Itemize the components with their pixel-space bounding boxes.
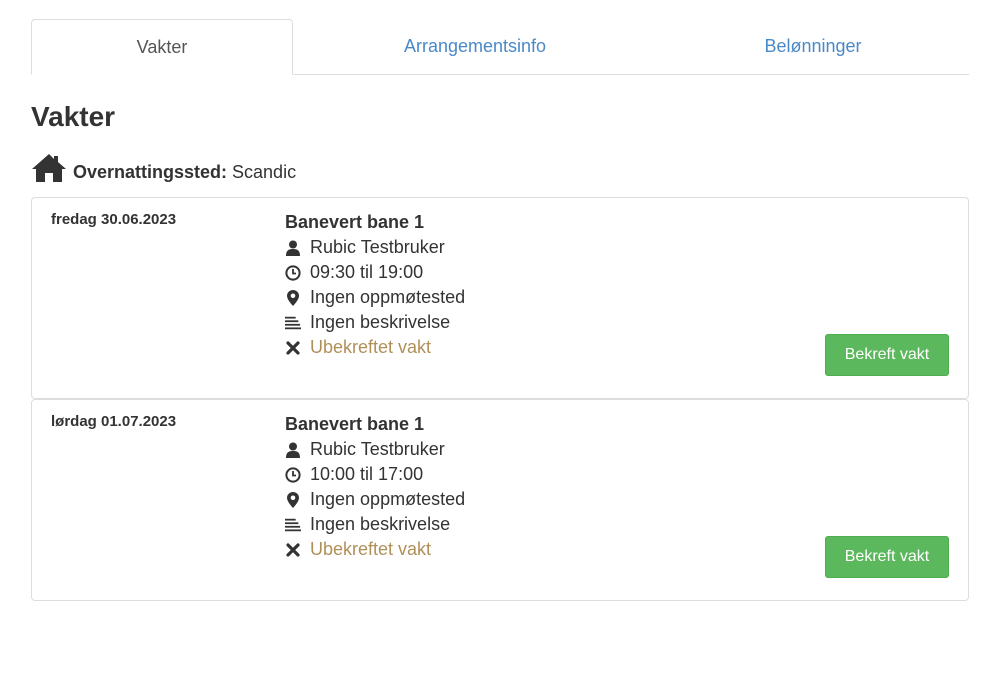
shift-time: 10:00 til 17:00 (310, 464, 424, 484)
user-icon (285, 240, 301, 256)
shift-date: fredag 30.06.2023 (51, 211, 177, 228)
tab-belonninger[interactable]: Belønninger (657, 19, 969, 74)
shift-date: lørdag 01.07.2023 (51, 413, 177, 430)
clock-icon (285, 466, 301, 483)
shift-details: Banevert bane 1 Rubic Testbruker 09:30 t… (285, 210, 465, 360)
close-icon (285, 340, 301, 356)
lodging-info: Overnattingssted: Scandic (31, 151, 969, 183)
shift-description-row: Ingen beskrivelse (285, 512, 465, 537)
shift-description-row: Ingen beskrivelse (285, 310, 465, 335)
shift-time-row: 10:00 til 17:00 (285, 462, 465, 487)
shift-meeting-row: Ingen oppmøtested (285, 487, 465, 512)
shift-status-row: Ubekreftet vakt (285, 335, 465, 360)
shift-person-row: Rubic Testbruker (285, 235, 465, 260)
shift-description: Ingen beskrivelse (310, 514, 451, 534)
tab-bar: Vakter Arrangementsinfo Belønninger (31, 19, 969, 75)
shift-card: lørdag 01.07.2023 Banevert bane 1 Rubic … (31, 399, 969, 601)
user-icon (285, 442, 301, 458)
shift-person: Rubic Testbruker (310, 439, 445, 459)
shift-status: Ubekreftet vakt (310, 539, 432, 559)
shift-time-row: 09:30 til 19:00 (285, 260, 465, 285)
shift-list: fredag 30.06.2023 Banevert bane 1 Rubic … (31, 197, 969, 601)
shift-status-row: Ubekreftet vakt (285, 537, 465, 562)
confirm-shift-button[interactable]: Bekreft vakt (825, 334, 949, 376)
confirm-shift-button[interactable]: Bekreft vakt (825, 536, 949, 578)
close-icon (285, 542, 301, 558)
page-title: Vakter (31, 101, 116, 132)
shift-status: Ubekreftet vakt (310, 337, 432, 357)
map-marker-icon (285, 491, 301, 508)
shift-person: Rubic Testbruker (310, 237, 445, 257)
align-left-icon (285, 315, 301, 331)
page-container: Vakter Arrangementsinfo Belønninger Vakt… (31, 19, 969, 601)
tab-vakter[interactable]: Vakter (31, 19, 293, 75)
tab-arrangementsinfo[interactable]: Arrangementsinfo (293, 19, 657, 74)
clock-icon (285, 264, 301, 281)
shift-person-row: Rubic Testbruker (285, 437, 465, 462)
lodging-label: Overnattingssted: (73, 162, 228, 182)
align-left-icon (285, 517, 301, 533)
shift-card: fredag 30.06.2023 Banevert bane 1 Rubic … (31, 197, 969, 399)
shift-title: Banevert bane 1 (285, 414, 425, 434)
shift-title: Banevert bane 1 (285, 212, 425, 232)
shift-meeting-place: Ingen oppmøtested (310, 287, 466, 307)
lodging-value: Scandic (232, 162, 297, 182)
home-icon (31, 153, 73, 183)
shift-details: Banevert bane 1 Rubic Testbruker 10:00 t… (285, 412, 465, 562)
map-marker-icon (285, 289, 301, 306)
shift-description: Ingen beskrivelse (310, 312, 451, 332)
shift-meeting-place: Ingen oppmøtested (310, 489, 466, 509)
shift-meeting-row: Ingen oppmøtested (285, 285, 465, 310)
shift-time: 09:30 til 19:00 (310, 262, 424, 282)
